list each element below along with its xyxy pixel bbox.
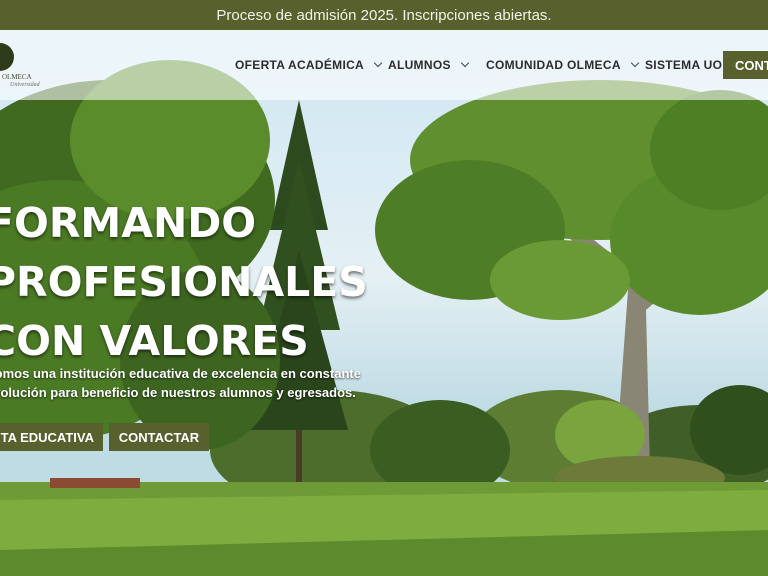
nav-item-alumnos[interactable]: ALUMNOS (388, 30, 470, 100)
nav-item-label: OFERTA ACADÉMICA (235, 58, 365, 72)
nav-item-label: ALUMNOS (388, 58, 451, 72)
contactar-button[interactable]: CONTACTAR (109, 423, 209, 451)
headline-line-1: FORMANDO (0, 199, 257, 247)
announcement-bar: Proceso de admisión 2025. Inscripciones … (0, 0, 768, 30)
header-contact-button[interactable]: CONTACTAR (723, 51, 768, 79)
subtitle-line-1: Somos una institución educativa de excel… (0, 366, 361, 381)
nav-item-comunidad-olmeca[interactable]: COMUNIDAD OLMECA (486, 30, 640, 100)
chevron-down-icon (373, 58, 383, 68)
logo-wordmark: OLMECA (2, 73, 32, 81)
university-logo[interactable]: OLMECA Universidad (0, 43, 40, 88)
chevron-down-icon (460, 58, 470, 68)
chevron-down-icon (630, 58, 640, 68)
nav-item-label: SISTEMA UO (645, 58, 723, 72)
hero-headline: FORMANDO PROFESIONALES CON VALORES (0, 194, 368, 371)
logo-tagline: Universidad (10, 82, 40, 88)
nav-item-oferta-academica[interactable]: OFERTA ACADÉMICA (235, 30, 383, 100)
headline-line-2: PROFESIONALES (0, 258, 368, 306)
site-header: OLMECA Universidad OFERTA ACADÉMICA ALUM… (0, 30, 768, 100)
subtitle-line-2: evolución para beneficio de nuestros alu… (0, 385, 356, 400)
nav-item-label: COMUNIDAD OLMECA (486, 58, 621, 72)
nav-item-sistema-uo[interactable]: SISTEMA UO (645, 30, 722, 100)
oferta-educativa-button[interactable]: OFERTA EDUCATIVA (0, 423, 103, 451)
announcement-text: Proceso de admisión 2025. Inscripciones … (216, 6, 552, 24)
logo-emblem-icon (0, 43, 14, 71)
headline-line-3: CON VALORES (0, 317, 309, 365)
hero-subtitle: Somos una institución educativa de excel… (0, 364, 366, 402)
